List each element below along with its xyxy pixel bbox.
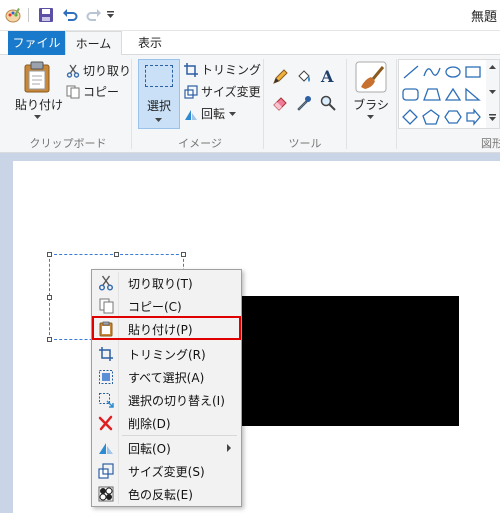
menu-item-resize[interactable]: サイズ変更(S) (94, 460, 239, 482)
magnifier-icon[interactable] (320, 95, 336, 111)
tab-view[interactable]: 表示 (122, 31, 178, 55)
crop-icon (184, 63, 198, 77)
clipboard-group-label: クリップボード (29, 137, 107, 150)
color-picker-icon[interactable] (296, 95, 312, 111)
crop-label: トリミング (201, 63, 262, 77)
brushes-button[interactable]: ブラシ (352, 96, 390, 113)
paste-button[interactable]: 貼り付け (15, 96, 63, 113)
shapes-icons (402, 65, 481, 126)
menu-item-label: 回転(O) (128, 441, 171, 456)
select-button[interactable]: 選択 (138, 59, 180, 129)
drawing-canvas[interactable] (13, 161, 500, 513)
paste-dropdown-icon[interactable] (34, 115, 41, 120)
copy-icon (66, 85, 80, 99)
select-all-icon (99, 370, 113, 384)
menu-item-label: すべて選択(A) (128, 370, 205, 385)
select-dropdown-icon (155, 118, 162, 122)
rotate-dropdown-icon (229, 111, 237, 116)
invert-selection-icon (99, 393, 114, 408)
menu-item-cut[interactable]: 切り取り(T) (94, 272, 239, 294)
workspace (0, 153, 500, 513)
scissors-icon (98, 275, 114, 291)
rotate-button[interactable]: 回転 (184, 105, 239, 123)
scroll-up-icon[interactable] (489, 65, 496, 70)
crop-icon (99, 347, 113, 361)
group-separator (263, 59, 264, 149)
menu-item-label: サイズ変更(S) (128, 464, 205, 479)
menu-item-label: 色の反転(E) (128, 487, 193, 502)
resize-icon (184, 85, 198, 99)
paint-app-icon[interactable] (5, 7, 23, 23)
tab-home[interactable]: ホーム (65, 31, 122, 56)
invert-color-icon (98, 486, 114, 502)
black-rectangle (240, 296, 459, 426)
pencil-icon[interactable] (272, 69, 288, 85)
eraser-icon[interactable] (272, 95, 288, 111)
selection-handle[interactable] (47, 295, 52, 300)
context-menu: 切り取り(T) コピー(C) 貼り付け(P) トリミング(R) すべて選択(A)… (91, 269, 242, 507)
selection-handle[interactable] (114, 252, 119, 257)
resize-label: サイズ変更 (201, 85, 261, 99)
selection-handle[interactable] (181, 252, 186, 257)
menu-item-crop[interactable]: トリミング(R) (94, 343, 239, 365)
menu-item-invert-color[interactable]: 色の反転(E) (94, 483, 239, 505)
title-bar: 無題 (0, 0, 500, 31)
select-marquee-icon (145, 65, 173, 87)
shapes-gallery[interactable] (398, 59, 488, 129)
group-separator (131, 59, 132, 149)
fill-bucket-icon[interactable] (296, 69, 312, 85)
copy-label: コピー (83, 85, 120, 99)
copy-button[interactable]: コピー (66, 83, 119, 101)
resize-button[interactable]: サイズ変更 (184, 83, 261, 101)
menu-separator (122, 435, 237, 436)
tools-group-label: ツール (288, 137, 322, 150)
shapes-group-label: 図形 (481, 137, 500, 150)
scissors-icon (66, 64, 80, 78)
menu-item-rotate[interactable]: 回転(O) (94, 437, 239, 459)
scroll-down-icon[interactable] (489, 90, 496, 95)
window-title: 無題 (471, 10, 498, 25)
ribbon-tabs: ファイル ホーム 表示 (0, 31, 500, 56)
tab-file[interactable]: ファイル (8, 31, 65, 55)
rotate-icon (185, 110, 197, 120)
gallery-more-icon[interactable] (489, 114, 496, 122)
menu-item-invert-selection[interactable]: 選択の切り替え(I) (94, 389, 239, 411)
menu-item-delete[interactable]: 削除(D) (94, 412, 239, 434)
brushes-icon[interactable] (355, 61, 387, 93)
ribbon: 貼り付け 切り取り コピー クリップボード 選択 トリミング サイズ変更 回転 … (0, 55, 500, 153)
menu-item-label: 選択の切り替え(I) (128, 393, 225, 408)
cut-label: 切り取り (83, 64, 132, 78)
select-label: 選択 (146, 99, 171, 113)
quick-access-separator (28, 8, 29, 22)
selection-handle[interactable] (47, 252, 52, 257)
copy-icon (99, 298, 114, 314)
group-separator (346, 59, 347, 149)
redo-icon[interactable] (86, 7, 102, 23)
submenu-arrow-icon (227, 444, 231, 452)
menu-item-copy[interactable]: コピー(C) (94, 295, 239, 317)
selection-handle[interactable] (47, 337, 52, 342)
menu-item-label: トリミング(R) (128, 347, 206, 362)
brushes-dropdown-icon[interactable] (367, 115, 374, 120)
crop-button[interactable]: トリミング (184, 61, 261, 79)
text-icon[interactable]: A (320, 67, 336, 85)
menu-item-label: 切り取り(T) (128, 276, 193, 291)
customize-dropdown-icon[interactable] (106, 10, 115, 19)
menu-item-label: 削除(D) (128, 416, 171, 431)
paste-large-icon[interactable] (22, 61, 52, 93)
cut-button[interactable]: 切り取り (66, 62, 131, 80)
menu-item-select-all[interactable]: すべて選択(A) (94, 366, 239, 388)
rotate-icon (99, 443, 113, 454)
image-group-label: イメージ (178, 137, 222, 150)
undo-icon[interactable] (62, 7, 78, 23)
rotate-label: 回転 (201, 107, 226, 121)
highlight-box (92, 316, 241, 340)
svg-text:A: A (320, 67, 334, 85)
menu-item-label: コピー(C) (128, 299, 182, 314)
resize-icon (98, 463, 114, 479)
shapes-scrollbar[interactable] (486, 59, 500, 129)
delete-icon (98, 415, 113, 431)
save-icon[interactable] (38, 7, 54, 23)
group-separator (396, 59, 397, 149)
